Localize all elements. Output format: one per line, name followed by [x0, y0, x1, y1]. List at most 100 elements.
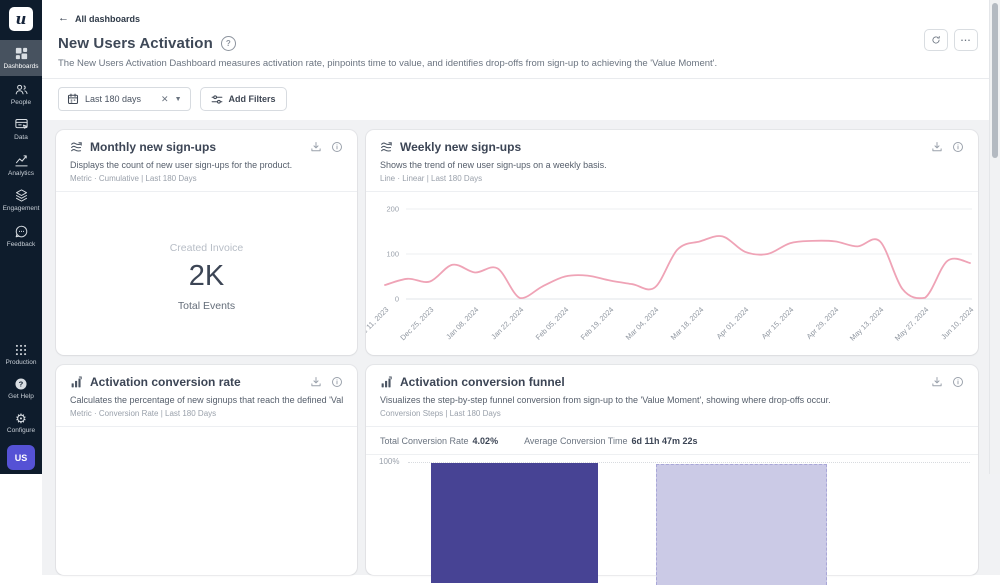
refresh-button[interactable] [924, 29, 948, 51]
download-icon[interactable] [310, 376, 322, 388]
clear-date-filter-icon[interactable]: ✕ [161, 94, 169, 105]
sidebar-item-production[interactable]: Production [0, 337, 42, 372]
filter-bar: Last 180 days ✕ ▼ Add Filters [42, 78, 1000, 120]
metric-event-name: Created Invoice [169, 242, 244, 254]
card-monthly-new-signups: Monthly new sign-ups Displays the count … [56, 130, 357, 355]
feedback-icon [14, 224, 29, 239]
svg-text:May 13, 2024: May 13, 2024 [848, 305, 886, 343]
back-link-label: All dashboards [75, 13, 141, 24]
download-icon[interactable] [931, 141, 943, 153]
user-avatar[interactable]: US [7, 445, 35, 470]
calendar-icon [67, 93, 79, 105]
page-description: The New Users Activation Dashboard measu… [58, 58, 718, 69]
title-row: New Users Activation ? [42, 26, 1000, 52]
topbar: ← All dashboards [42, 0, 1000, 26]
total-conversion-rate: Total Conversion Rate 4.02% [380, 436, 498, 446]
svg-text:Dec 25, 2023: Dec 25, 2023 [398, 305, 435, 342]
stat-label: Total Conversion Rate [380, 436, 469, 446]
vertical-scrollbar[interactable] [989, 0, 1000, 474]
info-icon[interactable] [952, 376, 964, 388]
svg-text:0: 0 [395, 295, 399, 304]
card-activation-conversion-rate: Activation conversion rate Calculates th… [56, 365, 357, 575]
title-help-icon[interactable]: ? [220, 36, 236, 51]
help-icon: ? [14, 377, 28, 391]
scrollbar-thumb[interactable] [991, 3, 998, 158]
svg-text:?: ? [19, 380, 24, 389]
metric-block: Created Invoice 2K Total Events [56, 242, 357, 312]
card-title: Monthly new sign-ups [90, 140, 216, 154]
svg-text:Apr 29, 2024: Apr 29, 2024 [804, 305, 840, 341]
card-description: Calculates the percentage of new signups… [70, 395, 343, 405]
funnel-bar-dropoff[interactable] [656, 464, 827, 585]
sidebar-item-analytics[interactable]: Analytics [0, 147, 42, 183]
analytics-icon [14, 153, 29, 168]
info-icon[interactable] [952, 141, 964, 153]
card-title: Activation conversion rate [90, 375, 241, 389]
svg-text:Dec 11, 2023: Dec 11, 2023 [366, 305, 390, 342]
stat-value: 6d 11h 47m 22s [631, 436, 698, 446]
card-meta: Metric · Cumulative | Last 180 Days [70, 174, 197, 183]
stat-label: Average Conversion Time [524, 436, 628, 446]
more-button[interactable]: ... [954, 29, 978, 51]
main-area: ← All dashboards New Users Activation ? … [42, 0, 1000, 585]
sidebar-item-data[interactable]: Data [0, 111, 42, 147]
filter-sliders-icon [211, 94, 222, 104]
dashboard-content: Monthly new sign-ups Displays the count … [42, 120, 1000, 585]
sidebar-item-label: Get Help [8, 393, 34, 400]
sidebar-item-label: People [10, 98, 32, 106]
card-description: Visualizes the step-by-step funnel conve… [380, 395, 831, 405]
svg-text:100: 100 [386, 250, 399, 259]
svg-text:Jan 22, 2024: Jan 22, 2024 [489, 305, 525, 341]
svg-text:Jan 08, 2024: Jan 08, 2024 [444, 305, 480, 341]
stat-value: 4.02% [472, 436, 499, 446]
download-icon[interactable] [931, 376, 943, 388]
gear-icon: ⚙ [15, 410, 27, 426]
info-icon[interactable] [331, 376, 343, 388]
svg-text:May 27, 2024: May 27, 2024 [893, 305, 931, 343]
app-logo[interactable]: u [9, 7, 33, 31]
sidebar-item-configure[interactable]: ⚙ Configure [0, 406, 42, 440]
info-icon[interactable] [331, 141, 343, 153]
metric-label: Total Events [177, 300, 236, 312]
funnel-chart: 100% [366, 454, 978, 585]
header-actions: ... [924, 29, 978, 51]
card-grid: Monthly new sign-ups Displays the count … [56, 130, 1000, 585]
add-filters-button[interactable]: Add Filters [199, 87, 287, 111]
svg-text:Jun 10, 2024: Jun 10, 2024 [939, 305, 975, 341]
funnel-bar-converted[interactable] [431, 463, 598, 583]
funnel-stats-row: Total Conversion Rate 4.02% Average Conve… [366, 427, 978, 455]
average-conversion-time: Average Conversion Time 6d 11h 47m 22s [524, 436, 697, 446]
card-meta: Line · Linear | Last 180 Days [380, 174, 483, 183]
card-description: Displays the count of new user sign-ups … [70, 160, 293, 170]
card-header: Weekly new sign-ups Shows the trend of n… [366, 130, 978, 192]
card-weekly-new-signups: Weekly new sign-ups Shows the trend of n… [366, 130, 978, 355]
card-meta: Metric · Conversion Rate | Last 180 Days [70, 409, 217, 418]
sidebar-item-get-help[interactable]: ? Get Help [0, 371, 42, 406]
trend-lines-icon [380, 141, 393, 154]
chevron-down-icon[interactable]: ▼ [175, 96, 182, 103]
download-icon[interactable] [310, 141, 322, 153]
svg-text:Apr 15, 2024: Apr 15, 2024 [759, 305, 795, 341]
sidebar-item-label: Analytics [7, 169, 34, 177]
page-title: New Users Activation [58, 35, 213, 52]
date-range-filter[interactable]: Last 180 days ✕ ▼ [58, 87, 191, 111]
back-link[interactable]: ← All dashboards [58, 13, 140, 24]
data-icon [14, 117, 29, 132]
refresh-icon [932, 36, 940, 44]
sidebar-item-label: Engagement [2, 205, 40, 212]
sidebar-item-feedback[interactable]: Feedback [0, 218, 42, 254]
sidebar-item-engagement[interactable]: Engagement [0, 182, 42, 218]
engagement-icon [14, 188, 29, 203]
card-header: Monthly new sign-ups Displays the count … [56, 130, 357, 192]
bar-chart-icon [70, 375, 83, 389]
sidebar-item-label: Configure [6, 426, 36, 434]
svg-text:200: 200 [386, 205, 399, 214]
sidebar-item-people[interactable]: People [0, 76, 42, 112]
sidebar-item-dashboards[interactable]: Dashboards [0, 40, 42, 76]
card-description: Shows the trend of new user sign-ups on … [380, 160, 607, 170]
card-header: Activation conversion rate Calculates th… [56, 365, 357, 427]
trend-lines-icon [70, 141, 83, 154]
metric-value: 2K [188, 260, 225, 292]
svg-text:Feb 19, 2024: Feb 19, 2024 [579, 305, 616, 342]
weekly-signups-line-chart: 200 100 0 Dec 11, 2023 Dec 25, 2023 Jan 08, 2… [366, 205, 975, 343]
